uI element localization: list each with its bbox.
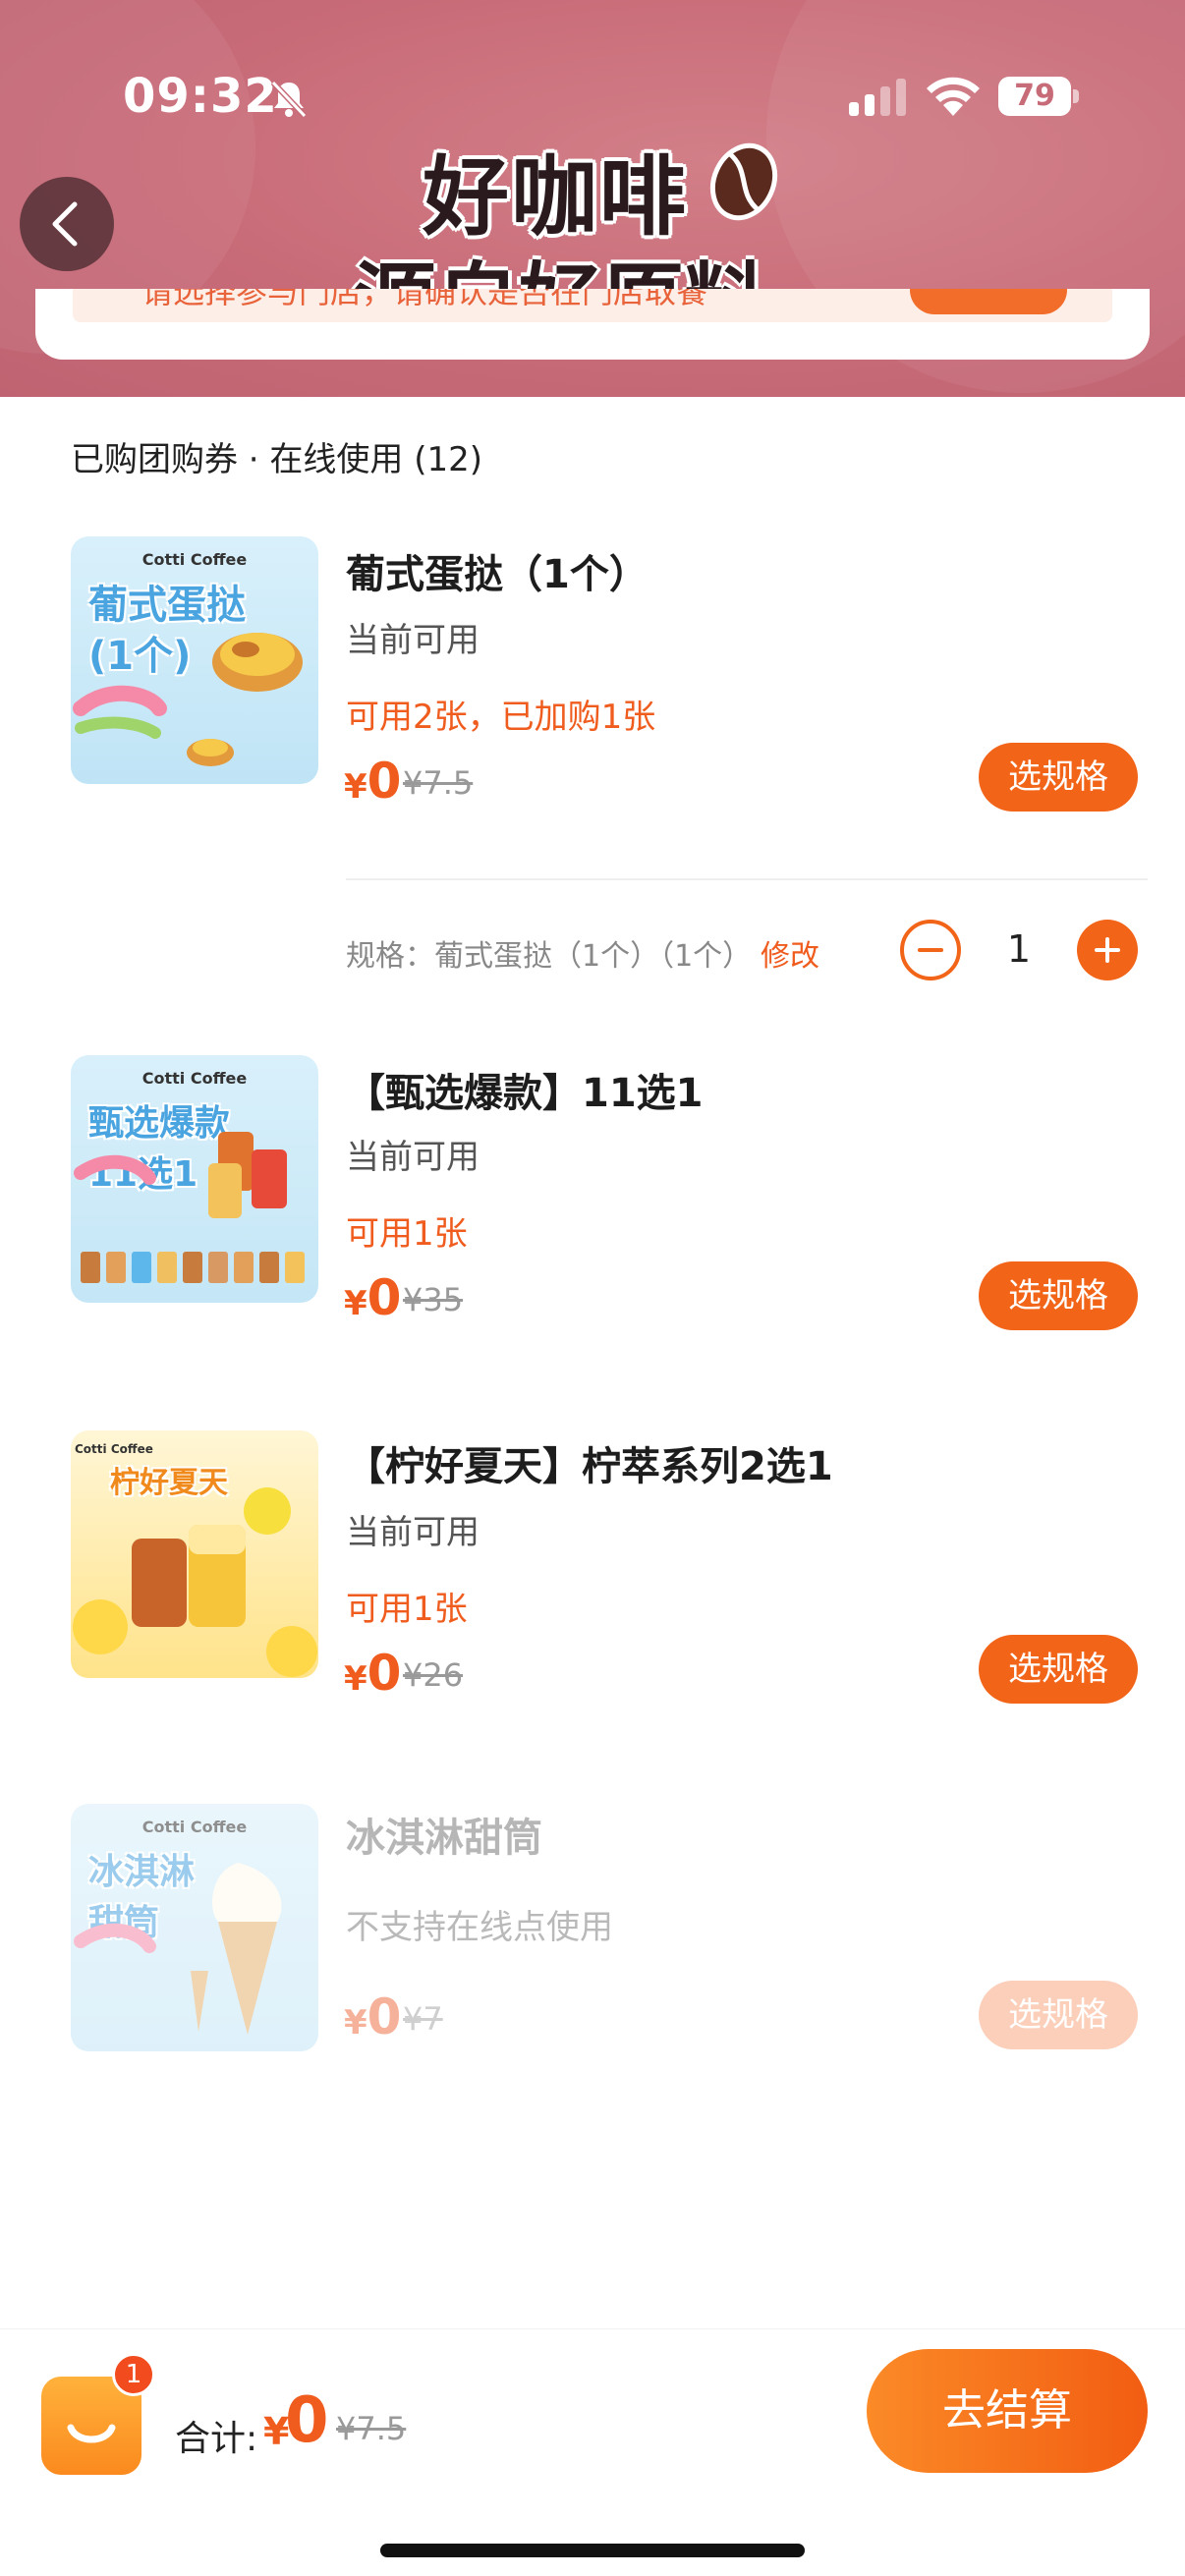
drinks-icon: [74, 1132, 305, 1283]
section-title: 已购团购券 · 在线使用 (12): [71, 440, 483, 479]
lemon-drinks-icon: [73, 1487, 317, 1677]
divider: [346, 878, 1148, 880]
original-price: ¥7: [403, 2000, 443, 2038]
product-name: 【柠好夏天】柠萃系列2选1: [346, 1444, 833, 1489]
banner-subtitle: 源自好原料: [354, 236, 766, 289]
select-spec-button[interactable]: 选规格: [979, 743, 1138, 812]
price-value: 0: [367, 753, 402, 810]
product-price: ¥0: [344, 1645, 401, 1702]
notice-card: 请选择参与门店，请确认是否在门店取餐: [35, 289, 1150, 360]
battery-cap: [1073, 89, 1079, 103]
bottom-checkout-bar: 1 合计: ¥ 0 ¥7.5 去结算: [0, 2328, 1185, 2576]
banner-subtitle-clip: 源自好原料: [334, 236, 845, 289]
quantity-value: 1: [1006, 927, 1032, 971]
bell-muted-icon: [270, 80, 308, 119]
price-currency: ¥: [344, 2003, 367, 2043]
product-thumbnail[interactable]: Cotti Coffee 甄选爆款 11选1: [71, 1055, 318, 1303]
select-spec-button[interactable]: 选规格: [979, 1635, 1138, 1704]
total-price: 0: [285, 2384, 329, 2457]
ice-cream-cone-icon: [74, 1863, 282, 2035]
notice-text: 请选择参与门店，请确认是否在门店取餐: [141, 289, 708, 310]
product-status: 当前可用: [346, 1513, 480, 1552]
battery-level: 79: [1014, 79, 1055, 113]
chevron-left-icon: [52, 201, 78, 247]
product-name: 【甄选爆款】11选1: [346, 1071, 704, 1116]
total-label: 合计:: [175, 2419, 258, 2459]
original-price: ¥26: [403, 1656, 464, 1694]
signal-icon: [849, 79, 906, 116]
back-button[interactable]: [20, 177, 114, 271]
original-price: ¥7.5: [403, 764, 474, 802]
wifi-icon: [927, 77, 980, 116]
price-value: 0: [367, 1645, 402, 1702]
product-price: ¥0: [344, 1988, 401, 2045]
select-spec-button[interactable]: 选规格: [979, 1261, 1138, 1330]
product-status: 不支持在线点使用: [346, 1908, 613, 1947]
increase-quantity-button[interactable]: [1077, 920, 1138, 980]
header-banner: 09:32 79 好咖啡 源自好原料 请选择参与门店，请确认是否在门店取餐: [0, 0, 1185, 397]
product-name: 冰淇淋甜筒: [346, 1816, 542, 1861]
coffee-bean-icon: [709, 142, 778, 221]
product-price: ¥0: [344, 753, 401, 810]
notice-button[interactable]: [910, 289, 1067, 314]
product-availability: 可用1张: [346, 1214, 468, 1254]
price-currency: ¥: [344, 767, 367, 807]
original-price: ¥35: [403, 1281, 464, 1318]
banner-title: 好咖啡: [423, 146, 689, 248]
cart-count-badge: 1: [112, 2353, 155, 2396]
product-status: 当前可用: [346, 621, 480, 660]
product-thumbnail[interactable]: Cotti Coffee 葡式蛋挞 (1个): [71, 536, 318, 784]
select-spec-button-disabled: 选规格: [979, 1981, 1138, 2049]
product-thumbnail: Cotti Coffee 冰淇淋 甜筒: [71, 1804, 318, 2051]
checkout-button[interactable]: 去结算: [867, 2349, 1148, 2473]
price-currency: ¥: [344, 1659, 367, 1699]
decrease-quantity-button[interactable]: [900, 920, 961, 980]
product-thumbnail[interactable]: Cotti Coffee 柠好夏天: [71, 1430, 318, 1678]
price-value: 0: [367, 1269, 402, 1326]
price-value: 0: [367, 1988, 402, 2045]
product-price: ¥0: [344, 1269, 401, 1326]
status-time: 09:32: [123, 69, 278, 124]
price-currency: ¥: [344, 1284, 367, 1323]
total-original-price: ¥7.5: [336, 2410, 407, 2447]
product-status: 当前可用: [346, 1138, 480, 1177]
product-availability: 可用1张: [346, 1590, 468, 1629]
battery-indicator: 79: [998, 77, 1079, 116]
edit-spec-link[interactable]: 修改: [761, 931, 819, 975]
spec-label: 规格：葡式蛋挞（1个）（1个）: [346, 939, 753, 974]
egg-tart-icon: [73, 633, 303, 766]
home-indicator[interactable]: [380, 2544, 805, 2557]
product-name: 葡式蛋挞（1个）: [346, 552, 649, 597]
product-availability: 可用2张，已加购1张: [346, 698, 656, 737]
notice-strip: 请选择参与门店，请确认是否在门店取餐: [73, 289, 1112, 322]
